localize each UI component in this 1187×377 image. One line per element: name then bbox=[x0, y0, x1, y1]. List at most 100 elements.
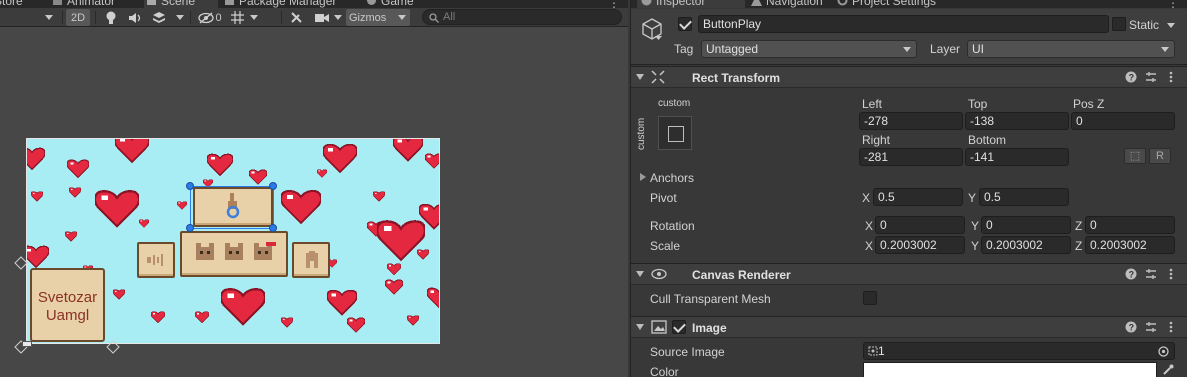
svg-text:?: ? bbox=[1129, 323, 1135, 333]
context-menu-icon[interactable] bbox=[1165, 268, 1177, 280]
resize-handle-top-left[interactable] bbox=[186, 182, 194, 190]
gear-icon bbox=[837, 0, 848, 6]
rotation-y-field[interactable]: 0 bbox=[981, 216, 1071, 234]
source-image-field[interactable]: 1 bbox=[863, 342, 1175, 360]
resize-handle-top-right[interactable] bbox=[269, 182, 277, 190]
blueprint-mode-button[interactable]: ⬚ bbox=[1124, 148, 1146, 164]
posz-field[interactable]: 0 bbox=[1071, 112, 1175, 130]
tab-project-settings[interactable]: Project Settings bbox=[837, 0, 977, 8]
rect-transform-header[interactable]: Rect Transform ? bbox=[631, 66, 1187, 88]
color-swatch[interactable] bbox=[863, 362, 1157, 377]
scene-icon bbox=[146, 0, 157, 6]
bottom-field[interactable]: -141 bbox=[965, 148, 1069, 166]
cull-transparent-mesh-checkbox[interactable] bbox=[863, 291, 877, 305]
anchors-foldout-icon[interactable] bbox=[640, 173, 646, 181]
gizmos-dropdown[interactable]: Gizmos bbox=[346, 9, 410, 26]
heart-decoration bbox=[69, 187, 81, 198]
tab-store[interactable]: Store bbox=[0, 0, 34, 8]
cat-face-icon bbox=[194, 243, 216, 264]
grid-dropdown[interactable] bbox=[247, 9, 261, 26]
left-label: Left bbox=[862, 97, 883, 111]
active-checkbox[interactable] bbox=[678, 17, 692, 31]
anchor-marker-icon[interactable] bbox=[106, 340, 120, 354]
sound-button[interactable] bbox=[137, 242, 175, 278]
effects-toggle-button[interactable] bbox=[148, 9, 170, 26]
resize-handle-bottom-left[interactable] bbox=[186, 224, 194, 232]
chevron-down-icon bbox=[1161, 47, 1169, 52]
anchor-marker-icon[interactable] bbox=[14, 256, 28, 270]
rotation-x-field[interactable]: 0 bbox=[875, 216, 965, 234]
heart-decoration bbox=[317, 169, 327, 178]
help-icon[interactable]: ? bbox=[1125, 71, 1137, 83]
draw-mode-dropdown[interactable] bbox=[40, 9, 58, 26]
context-menu-icon[interactable] bbox=[1165, 321, 1177, 333]
scene-search-input[interactable]: All bbox=[422, 9, 622, 25]
camera-settings-button[interactable] bbox=[312, 9, 332, 26]
source-image-label: Source Image bbox=[650, 345, 725, 359]
preset-icon[interactable] bbox=[1145, 268, 1157, 280]
signature-line-2: Uamgl bbox=[45, 307, 90, 324]
wrench-icon bbox=[290, 12, 302, 23]
button-play[interactable] bbox=[193, 187, 273, 227]
toggle-2d-button[interactable]: 2D bbox=[66, 9, 90, 26]
layer-dropdown[interactable]: UI bbox=[967, 40, 1175, 58]
left-field[interactable]: -278 bbox=[859, 112, 963, 130]
grid-toggle-button[interactable] bbox=[228, 9, 246, 26]
selection-outline bbox=[190, 186, 191, 228]
svg-text:?: ? bbox=[1129, 73, 1135, 83]
svg-text:?: ? bbox=[1129, 270, 1135, 280]
pivot-y-field[interactable]: 0.5 bbox=[979, 188, 1069, 206]
pivot-x-field[interactable]: 0.5 bbox=[873, 188, 963, 206]
home-button[interactable] bbox=[292, 242, 330, 278]
right-field[interactable]: -281 bbox=[859, 148, 963, 166]
anchor-preset-button[interactable] bbox=[658, 116, 692, 150]
heart-decoration bbox=[249, 169, 267, 185]
sound-icon bbox=[147, 253, 165, 270]
static-dropdown-icon[interactable] bbox=[1167, 23, 1175, 29]
pivot-marker[interactable] bbox=[22, 341, 32, 347]
tab-animator[interactable]: Animator bbox=[52, 0, 132, 8]
character-select-panel[interactable] bbox=[180, 231, 288, 277]
camera-dropdown[interactable] bbox=[332, 9, 344, 26]
context-menu-icon[interactable] bbox=[1165, 71, 1177, 83]
cat-face-bow-icon bbox=[252, 241, 278, 264]
chevron-down-icon bbox=[334, 14, 342, 20]
static-checkbox[interactable] bbox=[1112, 17, 1126, 31]
rotation-z-field[interactable]: 0 bbox=[1085, 216, 1175, 234]
resize-handle-bottom-right[interactable] bbox=[269, 224, 277, 232]
image-enabled-checkbox[interactable] bbox=[672, 320, 686, 334]
preset-icon[interactable] bbox=[1145, 71, 1157, 83]
heart-decoration bbox=[27, 245, 49, 269]
tab-scene[interactable]: Scene bbox=[144, 0, 218, 8]
component-header-buttons: ? bbox=[1125, 268, 1177, 280]
scale-z-field[interactable]: 0.2003002 bbox=[1085, 236, 1175, 254]
scale-y-field[interactable]: 0.2003002 bbox=[981, 236, 1071, 254]
help-icon[interactable]: ? bbox=[1125, 268, 1137, 280]
heart-decoration bbox=[417, 249, 429, 260]
top-field[interactable]: -138 bbox=[965, 112, 1069, 130]
selection-outline bbox=[190, 186, 274, 187]
eyedropper-icon[interactable] bbox=[1162, 364, 1174, 376]
tab-inspector[interactable]: Inspector bbox=[637, 0, 745, 8]
posz-label: Pos Z bbox=[1073, 97, 1105, 111]
object-name-field[interactable]: ButtonPlay bbox=[698, 15, 1109, 33]
tab-game[interactable]: Game bbox=[366, 0, 426, 8]
raw-edit-button[interactable]: R bbox=[1149, 148, 1171, 164]
tab-package-manager[interactable]: Package Manager bbox=[224, 0, 354, 8]
canvas-renderer-header[interactable]: Canvas Renderer ? bbox=[631, 263, 1187, 285]
preset-icon[interactable] bbox=[1145, 321, 1157, 333]
tools-button[interactable] bbox=[286, 9, 306, 26]
object-picker-icon[interactable] bbox=[1158, 346, 1169, 357]
audio-toggle-button[interactable] bbox=[124, 9, 146, 26]
heart-decoration bbox=[425, 153, 439, 169]
lighting-toggle-button[interactable] bbox=[100, 9, 122, 26]
tag-dropdown[interactable]: Untagged bbox=[701, 40, 917, 58]
chevron-down-icon[interactable] bbox=[655, 36, 662, 41]
effects-dropdown[interactable] bbox=[172, 9, 188, 26]
scale-x-field[interactable]: 0.2003002 bbox=[875, 236, 965, 254]
heart-decoration bbox=[281, 317, 293, 328]
help-icon[interactable]: ? bbox=[1125, 321, 1137, 333]
scene-visibility-toggle[interactable]: 0 bbox=[193, 9, 227, 26]
image-component-header[interactable]: Image ? bbox=[631, 316, 1187, 338]
anchors-label[interactable]: Anchors bbox=[650, 171, 694, 185]
